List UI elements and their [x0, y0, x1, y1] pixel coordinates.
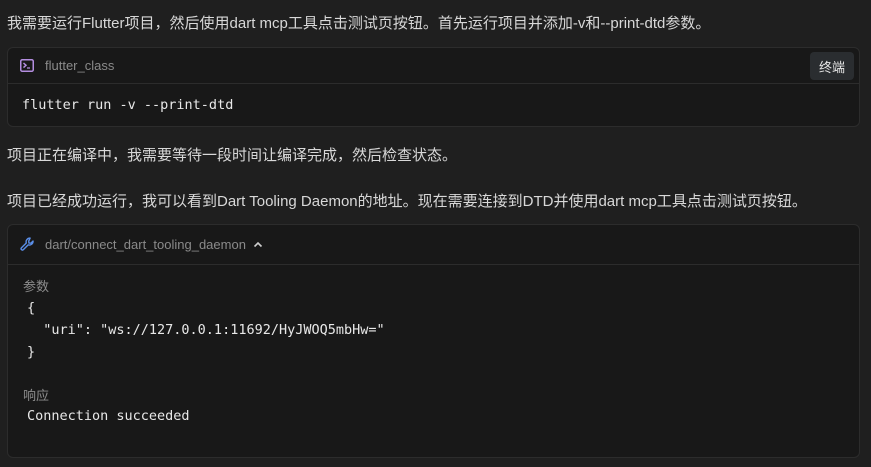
response-text: Connection succeeded — [27, 408, 190, 424]
wrench-icon — [19, 237, 35, 253]
params-close-brace: } — [27, 344, 36, 360]
assistant-message-running: 项目已经成功运行，我可以看到Dart Tooling Daemon的地址。现在需… — [7, 193, 807, 210]
assistant-message-intro: 我需要运行Flutter项目，然后使用dart mcp工具点击测试页按钮。首先运… — [7, 15, 711, 32]
chevron-up-icon[interactable] — [253, 241, 263, 248]
tool-call-card: dart/connect_dart_tooling_daemon 参数 { "u… — [7, 224, 860, 458]
command-text: flutter run -v --print-dtd — [22, 97, 234, 113]
params-label: 参数 — [23, 279, 50, 294]
terminal-icon — [19, 58, 35, 74]
params-open-brace: { — [27, 300, 36, 316]
tool-call-title: dart/connect_dart_tooling_daemon — [45, 237, 246, 252]
command-card: flutter_class 终端 flutter run -v --print-… — [7, 47, 860, 127]
command-card-header: flutter_class — [8, 48, 859, 84]
terminal-button[interactable]: 终端 — [809, 52, 854, 80]
tool-call-header[interactable]: dart/connect_dart_tooling_daemon — [8, 225, 859, 265]
response-label: 响应 — [23, 388, 50, 403]
assistant-message-waiting: 项目正在编译中，我需要等待一段时间让编译完成，然后检查状态。 — [7, 147, 458, 164]
command-card-title: flutter_class — [45, 58, 115, 73]
params-uri-line: "uri": "ws://127.0.0.1:11692/HyJWOQ5mbHw… — [27, 322, 385, 338]
